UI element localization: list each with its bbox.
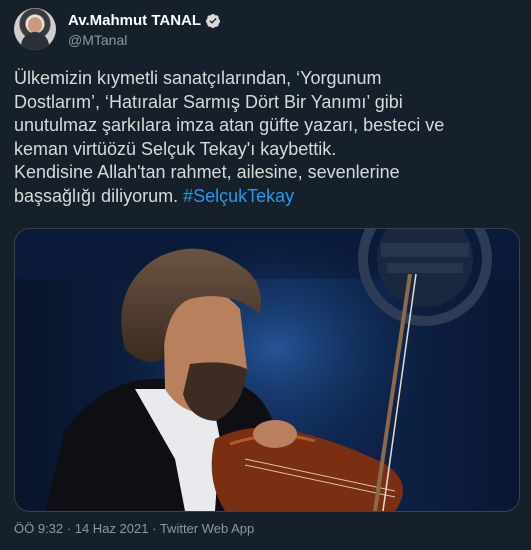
tweet-header: Av.Mahmut TANAL @MTanal [14, 8, 517, 52]
avatar[interactable] [14, 8, 56, 50]
tweet-photo[interactable] [14, 228, 520, 512]
avatar-suit [21, 32, 49, 50]
author-handle[interactable]: @MTanal [68, 32, 127, 48]
tweet-card: Av.Mahmut TANAL @MTanal Ülkemizin kıymet… [0, 0, 531, 550]
tweet-source[interactable]: Twitter Web App [160, 521, 254, 536]
tweet-text: Ülkemizin kıymetli sanatçılarından, ‘Yor… [14, 67, 519, 208]
verified-badge-icon [206, 13, 221, 28]
photo-violinist [15, 229, 519, 511]
author-name-row[interactable]: Av.Mahmut TANAL [68, 12, 221, 29]
avatar-face [28, 17, 42, 33]
meta-separator: · [152, 521, 157, 536]
hashtag-link[interactable]: #SelçukTekay [183, 186, 294, 206]
meta-separator: · [66, 521, 72, 536]
author-display-name[interactable]: Av.Mahmut TANAL [68, 12, 201, 29]
tweet-date[interactable]: 14 Haz 2021 [75, 521, 149, 536]
tweet-time[interactable]: ÖÖ 9:32 [14, 521, 63, 536]
tweet-meta: ÖÖ 9:32 · 14 Haz 2021 · Twitter Web App [14, 521, 254, 536]
